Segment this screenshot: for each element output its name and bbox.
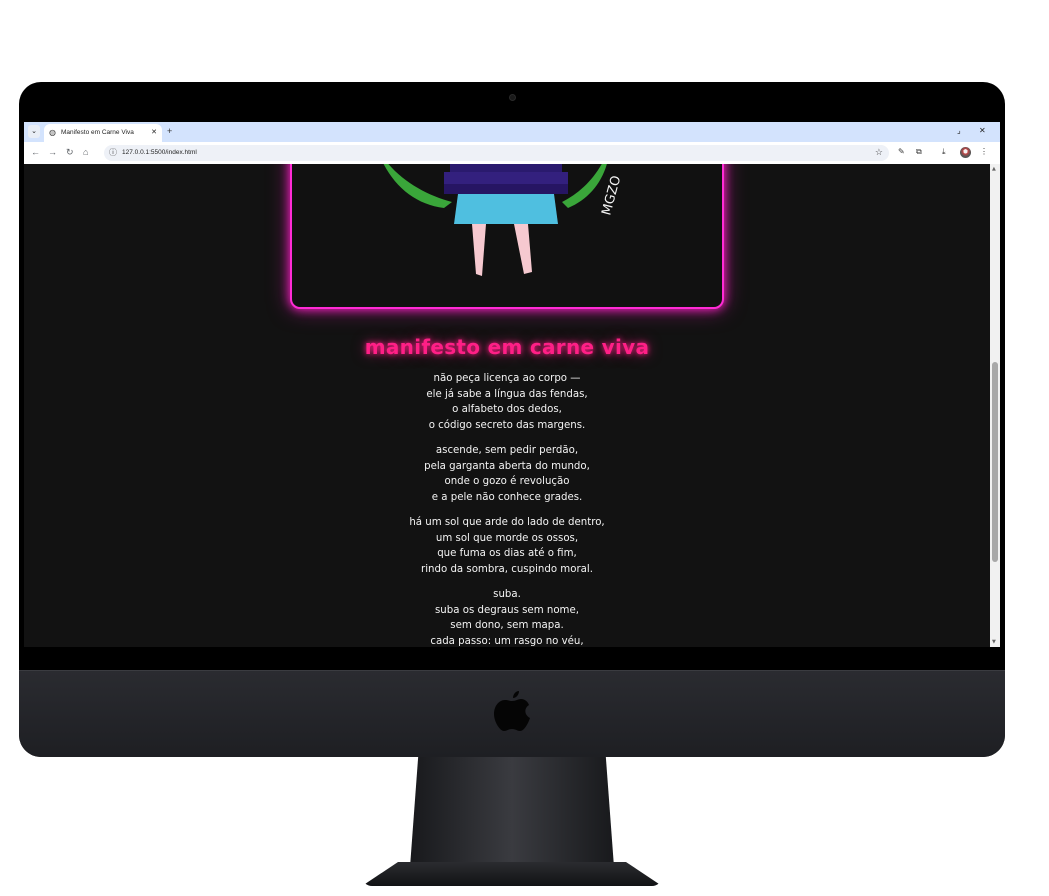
scroll-up-icon[interactable]: ▲ [992, 166, 996, 172]
reload-icon[interactable]: ↻ [66, 147, 74, 158]
kebab-menu-icon[interactable]: ⋮ [980, 147, 988, 156]
profile-avatar[interactable] [960, 147, 971, 158]
close-icon[interactable]: ✕ [151, 128, 157, 136]
poem-line: suba os degraus sem nome, [435, 604, 579, 616]
left-leaf [383, 164, 452, 208]
stanza: suba. suba os degraus sem nome, sem dono… [24, 587, 990, 647]
imac-frame: ⌄ ◍ Manifesto em Carne Viva ✕ + ⌟ ✕ ← → … [19, 82, 1005, 757]
url-text: 127.0.0.1:5500/index.html [122, 149, 197, 156]
tab-list-button[interactable]: ⌄ [28, 125, 40, 138]
forward-arrow-icon[interactable]: → [48, 147, 57, 157]
poem-line: ascende, sem pedir perdão, [435, 445, 579, 456]
artwork-illustration: MGZO [383, 164, 624, 276]
stair-step [450, 164, 562, 172]
poem-line: cada passo: um rasgo no véu, [430, 635, 584, 647]
scroll-down-icon[interactable]: ▼ [992, 639, 996, 645]
site-info-icon[interactable]: ⓘ [109, 147, 117, 158]
left-leg [472, 224, 486, 276]
window-close-icon[interactable]: ✕ [979, 126, 986, 135]
poem-line: um sol que morde os ossos, [435, 532, 579, 544]
globe-icon: ◍ [49, 128, 56, 137]
apple-logo-icon [494, 691, 530, 731]
address-bar[interactable]: ⓘ 127.0.0.1:5500/index.html ☆ [104, 145, 889, 161]
poem-line: não peça licença ao corpo — [433, 373, 581, 384]
download-icon[interactable]: ⤓ [942, 147, 946, 157]
camera-dot [509, 94, 516, 101]
stanza: não peça licença ao corpo — ele já sabe … [24, 371, 990, 433]
tab-active[interactable]: ◍ Manifesto em Carne Viva ✕ [44, 124, 162, 142]
poem-line: rindo da sombra, cuspindo moral. [421, 563, 593, 575]
back-arrow-icon[interactable]: ← [31, 147, 40, 157]
imac-stand-foot [362, 862, 662, 886]
stair-step [444, 172, 568, 184]
poem-line: que fuma os dias até o fim, [437, 548, 577, 559]
extensions-icon[interactable]: ⧉ [916, 147, 922, 157]
poem-line: sem dono, sem mapa. [450, 620, 564, 631]
artwork-frame: MGZO [290, 164, 724, 309]
home-icon[interactable]: ⌂ [83, 147, 88, 157]
poem-line: e a pele não conhece grades. [431, 491, 583, 503]
minimize-icon[interactable]: ⌟ [957, 126, 961, 135]
artist-signature: MGZO [599, 174, 624, 217]
blue-skirt [454, 194, 558, 224]
plus-icon[interactable]: + [167, 126, 172, 136]
browser-window: ⌄ ◍ Manifesto em Carne Viva ✕ + ⌟ ✕ ← → … [24, 122, 1000, 647]
poem-line: onde o gozo é revolução [444, 476, 570, 487]
right-leg [514, 224, 532, 274]
stanza: há um sol que arde do lado de dentro, um… [24, 515, 990, 577]
page-content: MGZO manifesto em carne viva não peça li… [24, 164, 990, 647]
poem-line: pela garganta aberta do mundo, [424, 460, 590, 472]
imac-stand [410, 757, 614, 867]
vertical-scrollbar[interactable]: ▲ ▼ [990, 164, 1000, 647]
imac-chin [19, 670, 1005, 757]
poem-line: o alfabeto dos dedos, [452, 404, 562, 415]
address-toolbar: ← → ↻ ⌂ ⓘ 127.0.0.1:5500/index.html ☆ ✎ … [24, 142, 1000, 164]
scrollbar-thumb[interactable] [992, 362, 998, 562]
poem-title: manifesto em carne viva [364, 335, 650, 359]
poem-body: não peça licença ao corpo — ele já sabe … [24, 371, 990, 647]
stair-step [444, 184, 568, 194]
poem-line: suba. [493, 589, 521, 600]
poem-line: há um sol que arde do lado de dentro, [409, 517, 605, 528]
stanza: ascende, sem pedir perdão, pela garganta… [24, 443, 990, 505]
tab-bar: ⌄ ◍ Manifesto em Carne Viva ✕ + ⌟ ✕ [24, 122, 1000, 142]
pen-icon[interactable]: ✎ [898, 147, 905, 156]
poem-line: o código secreto das margens. [428, 419, 586, 431]
poem-line: ele já sabe a língua das fendas, [426, 388, 588, 400]
tab-title: Manifesto em Carne Viva [61, 129, 134, 136]
bookmark-star-icon[interactable]: ☆ [875, 147, 883, 158]
chevron-down-icon: ⌄ [31, 128, 37, 135]
